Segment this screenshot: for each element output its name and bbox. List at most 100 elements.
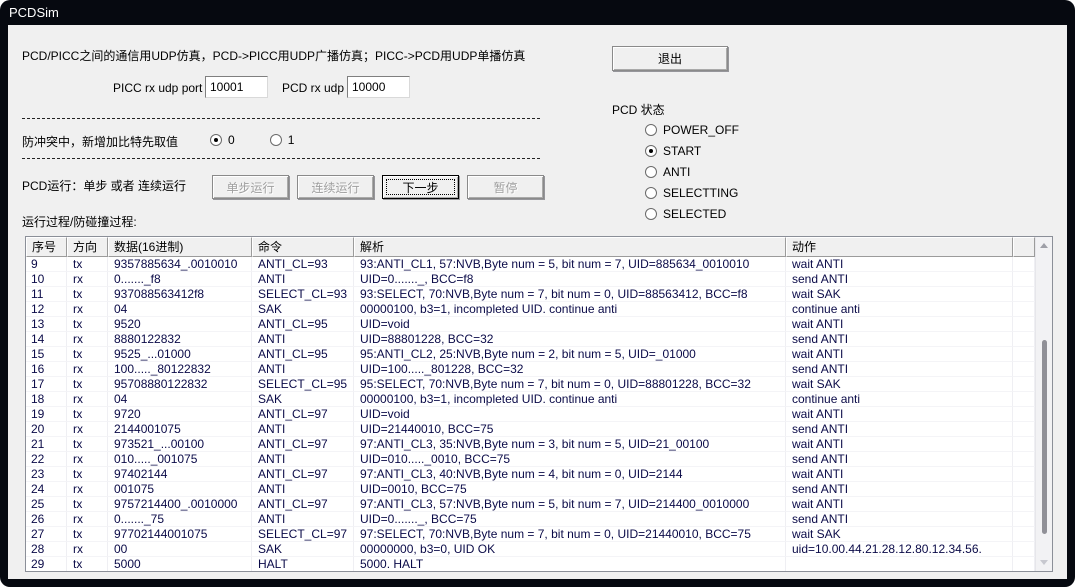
table-cell: wait ANTI (786, 407, 1013, 422)
table-cell: UID=void (354, 317, 786, 332)
table-row[interactable]: 17tx95708880122832SELECT_CL=9595:SELECT,… (26, 377, 1052, 392)
table-cell (1013, 407, 1035, 422)
table-cell (1013, 467, 1035, 482)
table-header: 序号方向数据(16进制)命令解析动作 (26, 237, 1052, 257)
table-column-header-2[interactable]: 数据(16进制) (108, 237, 252, 257)
table-cell (1013, 542, 1035, 557)
table-cell: rx (67, 362, 108, 377)
table-row[interactable]: 12rx04SAK00000100, b3=1, incompleted UID… (26, 302, 1052, 317)
table-row[interactable]: 19tx9720ANTI_CL=97UID=voidwait ANTI (26, 407, 1052, 422)
table-row[interactable]: 29tx5000HALT5000. HALT (26, 557, 1052, 572)
table-row[interactable]: 26rx0......._75ANTIUID=0......._, BCC=75… (26, 512, 1052, 527)
radio-icon (645, 124, 657, 136)
table-row[interactable]: 20rx2144001075ANTIUID=21440010, BCC=75se… (26, 422, 1052, 437)
table-cell: 17 (26, 377, 67, 392)
table-row[interactable]: 24rx001075ANTIUID=0010, BCC=75send ANTI (26, 482, 1052, 497)
anticollision-option-bit-1[interactable]: 1 (270, 129, 295, 150)
table-cell: HALT (252, 557, 354, 572)
table-cell: tx (67, 407, 108, 422)
scrollbar-up-button[interactable] (1036, 237, 1052, 254)
table-row[interactable]: 15tx9525_...01000ANTI_CL=9595:ANTI_CL2, … (26, 347, 1052, 362)
table-cell: 95708880122832 (108, 377, 252, 392)
table-column-header-5[interactable]: 动作 (786, 237, 1013, 257)
vertical-scrollbar[interactable] (1035, 237, 1052, 571)
table-row[interactable]: 14rx8880122832ANTIUID=88801228, BCC=32se… (26, 332, 1052, 347)
table-cell: rx (67, 302, 108, 317)
table-row[interactable]: 11tx937088563412f8SELECT_CL=9393:SELECT,… (26, 287, 1052, 302)
table-row[interactable]: 16rx100....._80122832ANTIUID=100....._80… (26, 362, 1052, 377)
table-row[interactable]: 21tx973521_...00100ANTI_CL=9797:ANTI_CL3… (26, 437, 1052, 452)
table-row[interactable]: 27tx97702144001075SELECT_CL=9797:SELECT,… (26, 527, 1052, 542)
table-cell (1013, 512, 1035, 527)
table-cell: 22 (26, 452, 67, 467)
table-cell: UID=100....._801228, BCC=32 (354, 362, 786, 377)
table-cell: wait ANTI (786, 317, 1013, 332)
table-cell: SAK (252, 392, 354, 407)
table-cell (1013, 347, 1035, 362)
table-cell: 10 (26, 272, 67, 287)
title-bar[interactable]: PCDSim (0, 0, 1075, 25)
pcd-status-option-selectting[interactable]: SELECTTING (645, 182, 739, 203)
table-cell: tx (67, 527, 108, 542)
radio-label: 0 (228, 133, 235, 147)
scrollbar-down-button[interactable] (1036, 554, 1052, 571)
table-cell: 010....._001075 (108, 452, 252, 467)
table-row[interactable]: 25tx9757214400_.0010000ANTI_CL=9797:ANTI… (26, 497, 1052, 512)
table-cell: rx (67, 482, 108, 497)
table-cell (1013, 317, 1035, 332)
dialog-client-area: PCD/PICC之间的通信用UDP仿真，PCD->PICC用UDP广播仿真；PI… (8, 25, 1067, 579)
table-cell: 9757214400_.0010000 (108, 497, 252, 512)
table-cell: 001075 (108, 482, 252, 497)
table-cell: UID=010....._0010, BCC=75 (354, 452, 786, 467)
table-cell: 04 (108, 302, 252, 317)
table-cell (1013, 272, 1035, 287)
table-cell: tx (67, 467, 108, 482)
table-cell: wait ANTI (786, 497, 1013, 512)
table-cell: ANTI (252, 512, 354, 527)
pcd-port-input[interactable] (347, 76, 410, 98)
table-cell: 8880122832 (108, 332, 252, 347)
table-column-header-spare[interactable] (1013, 237, 1035, 257)
pcd-status-option-anti[interactable]: ANTI (645, 161, 739, 182)
table-row[interactable]: 13tx9520ANTI_CL=95UID=voidwait ANTI (26, 317, 1052, 332)
scrollbar-thumb[interactable] (1042, 340, 1047, 534)
radio-selected-icon (645, 145, 657, 157)
table-column-header-3[interactable]: 命令 (252, 237, 354, 257)
table-cell: UID=88801228, BCC=32 (354, 332, 786, 347)
table-cell: 00000100, b3=1, incompleted UID. continu… (354, 392, 786, 407)
table-cell: UID=0......._, BCC=f8 (354, 272, 786, 287)
radio-label: SELECTTING (663, 186, 738, 200)
table-cell: send ANTI (786, 362, 1013, 377)
table-cell: send ANTI (786, 422, 1013, 437)
pcd-status-option-power-off[interactable]: POWER_OFF (645, 119, 739, 140)
table-row[interactable]: 22rx010....._001075ANTIUID=010....._0010… (26, 452, 1052, 467)
table-column-header-1[interactable]: 方向 (67, 237, 108, 257)
table-cell: rx (67, 452, 108, 467)
table-column-header-4[interactable]: 解析 (354, 237, 786, 257)
table-row[interactable]: 28rx00SAK00000000, b3=0, UID OKuid=10.00… (26, 542, 1052, 557)
table-row[interactable]: 23tx97402144ANTI_CL=9797:ANTI_CL3, 40:NV… (26, 467, 1052, 482)
pcd-status-option-start[interactable]: START (645, 140, 739, 161)
table-cell: tx (67, 497, 108, 512)
table-cell: send ANTI (786, 512, 1013, 527)
table-row[interactable]: 18rx04SAK00000100, b3=1, incompleted UID… (26, 392, 1052, 407)
radio-label: SELECTED (663, 207, 726, 221)
radio-label: POWER_OFF (663, 123, 739, 137)
table-cell: 00000100, b3=1, incompleted UID. continu… (354, 302, 786, 317)
table-cell: 97:ANTI_CL3, 57:NVB,Byte num = 5, bit nu… (354, 497, 786, 512)
next-step-button[interactable]: 下一步 (382, 175, 459, 199)
picc-port-input[interactable] (205, 76, 268, 98)
anticollision-option-bit-0[interactable]: 0 (210, 129, 235, 150)
radio-icon (270, 134, 282, 146)
table-cell: rx (67, 512, 108, 527)
pcd-status-option-selected[interactable]: SELECTED (645, 203, 739, 224)
table-cell: wait ANTI (786, 347, 1013, 362)
table-cell: tx (67, 317, 108, 332)
table-cell: 16 (26, 362, 67, 377)
exit-button[interactable]: 退出 (612, 46, 728, 71)
table-row[interactable]: 9tx9357885634_.0010010ANTI_CL=9393:ANTI_… (26, 257, 1052, 272)
table-column-header-0[interactable]: 序号 (26, 237, 67, 257)
pcd-status-options: POWER_OFF STARTANTI SELECTTING SELECTED (645, 119, 739, 224)
table-cell: continue anti (786, 392, 1013, 407)
table-row[interactable]: 10rx0......._f8ANTIUID=0......._, BCC=f8… (26, 272, 1052, 287)
